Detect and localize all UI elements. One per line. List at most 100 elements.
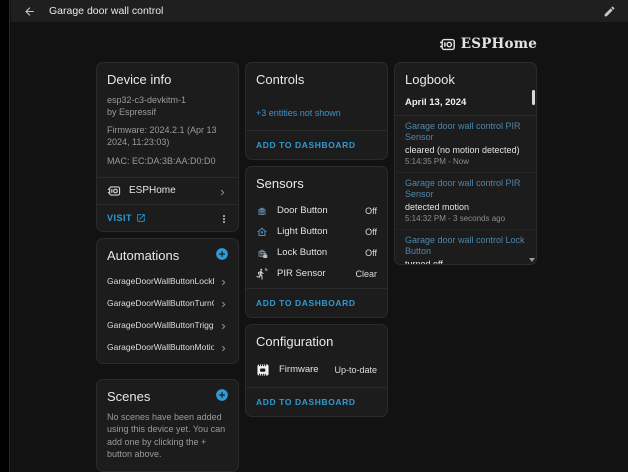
logbook-time: 5:14:35 PM - Now (405, 157, 526, 166)
sensors-list: Door Button Off Light Button Off (246, 198, 387, 288)
sensor-value: Off (365, 248, 377, 258)
right-column: Logbook April 13, 2024 Garage door wall … (394, 62, 537, 265)
sensor-value: Off (365, 206, 377, 216)
left-edge-strip (0, 0, 10, 472)
configuration-label: Firmware (279, 364, 325, 375)
add-scene-button[interactable] (215, 388, 229, 402)
device-info-body: esp32-c3-devkitm-1 by Espressif Firmware… (97, 94, 238, 177)
sensor-value: Clear (355, 269, 377, 279)
logbook-message: detected motion (405, 202, 526, 212)
logbook-entry: Garage door wall control PIR Sensor dete… (395, 173, 536, 230)
chevron-right-icon (218, 319, 229, 330)
back-button[interactable] (23, 5, 36, 18)
open-in-new-icon (136, 213, 146, 223)
visit-button[interactable]: VISIT (107, 213, 146, 223)
sensor-row[interactable]: Door Button Off (246, 200, 387, 221)
automations-title: Automations (97, 239, 215, 270)
automation-name: GarageDoorWallButtonTurnOnLight (107, 298, 214, 308)
scrollbar-down-arrow[interactable] (529, 258, 535, 262)
scenes-title-row: Scenes (97, 380, 238, 411)
scrollbar-thumb[interactable] (532, 90, 535, 105)
configuration-row[interactable]: Firmware Up-to-date (246, 358, 387, 381)
device-manufacturer: by Espressif (97, 106, 238, 118)
page-title: Garage door wall control (49, 5, 590, 17)
automations-card: Automations GarageDoorWallButtonLockRemo… (96, 238, 239, 364)
logbook-card: Logbook April 13, 2024 Garage door wall … (394, 62, 537, 265)
configuration-card: Configuration Firmware Up-to-date ADD TO… (245, 324, 388, 417)
left-column: Device info esp32-c3-devkitm-1 by Espres… (96, 62, 239, 472)
sensor-value: Off (365, 227, 377, 237)
automation-item[interactable]: GarageDoorWallButtonTrigger (97, 314, 238, 336)
esphome-logo-icon (439, 36, 456, 53)
controls-title: Controls (246, 63, 387, 94)
sensor-row[interactable]: Light Button Off (246, 221, 387, 242)
main-content: ESPHome Device info esp32-c3-devkitm-1 b… (96, 34, 537, 472)
motion-sensor-icon (256, 268, 268, 280)
logbook-title: Logbook (395, 63, 536, 94)
chevron-right-icon (217, 185, 228, 196)
esphome-logo: ESPHome (439, 34, 537, 54)
sensors-title: Sensors (246, 167, 387, 198)
logbook-entry: Garage door wall control PIR Sensor clea… (395, 116, 536, 173)
sensor-row[interactable]: Lock Button Off (246, 242, 387, 263)
logbook-entry: Garage door wall control Lock Button tur… (395, 230, 536, 265)
device-info-title: Device info (97, 63, 238, 94)
controls-add-to-dashboard-button[interactable]: ADD TO DASHBOARD (246, 130, 387, 159)
chevron-right-icon (218, 297, 229, 308)
configuration-list: Firmware Up-to-date (246, 356, 387, 387)
visit-label: VISIT (107, 213, 132, 223)
device-model: esp32-c3-devkitm-1 (97, 94, 238, 106)
sensor-label: Light Button (277, 226, 356, 237)
device-mac: MAC: EC:DA:3B:AA:D0:D0 (97, 155, 238, 167)
more-menu-button[interactable] (218, 212, 230, 224)
middle-column: Controls +3 entities not shown ADD TO DA… (245, 62, 388, 417)
logbook-entity-link[interactable]: Garage door wall control PIR Sensor (405, 178, 526, 201)
scenes-title: Scenes (97, 380, 215, 411)
automation-item[interactable]: GarageDoorWallButtonLockRemotes (97, 270, 238, 292)
configuration-add-to-dashboard-button[interactable]: ADD TO DASHBOARD (246, 387, 387, 416)
automation-item[interactable]: GarageDoorWallButtonTurnOnLight (97, 292, 238, 314)
add-automation-button[interactable] (215, 247, 229, 261)
esphome-icon (107, 184, 121, 198)
automation-item[interactable]: GarageDoorWallButtonMotionLightTurnOr (97, 336, 238, 358)
chevron-right-icon (218, 341, 229, 352)
sensor-row[interactable]: PIR Sensor Clear (246, 263, 387, 284)
logbook-date-header: April 13, 2024 (395, 94, 536, 116)
controls-card: Controls +3 entities not shown ADD TO DA… (245, 62, 388, 160)
automations-list: GarageDoorWallButtonLockRemotes GarageDo… (97, 270, 238, 363)
app-header: Garage door wall control (11, 0, 628, 22)
logbook-entity-link[interactable]: Garage door wall control Lock Button (405, 235, 526, 258)
screen: Garage door wall control ESPHome Device … (0, 0, 628, 472)
integration-name: ESPHome (129, 185, 209, 196)
automations-title-row: Automations (97, 239, 238, 270)
automation-name: GarageDoorWallButtonMotionLightTurnOr (107, 342, 214, 352)
card-columns: Device info esp32-c3-devkitm-1 by Espres… (96, 62, 537, 472)
device-firmware: Firmware: 2024.2.1 (Apr 13 2024, 11:23:0… (97, 124, 238, 148)
garage-lock-icon (256, 247, 268, 259)
esphome-logo-text: ESPHome (461, 36, 537, 52)
home-lightbulb-icon (256, 226, 268, 238)
sensors-card: Sensors Door Button Off Light Button (245, 166, 388, 318)
sensor-label: PIR Sensor (277, 268, 346, 279)
entities-not-shown-link[interactable]: +3 entities not shown (246, 98, 387, 130)
device-info-card: Device info esp32-c3-devkitm-1 by Espres… (96, 62, 239, 232)
sensor-label: Door Button (277, 205, 356, 216)
garage-icon (256, 205, 268, 217)
logbook-message: turned off (405, 259, 526, 265)
sensor-label: Lock Button (277, 247, 356, 258)
sensors-add-to-dashboard-button[interactable]: ADD TO DASHBOARD (246, 288, 387, 317)
automation-name: GarageDoorWallButtonLockRemotes (107, 276, 214, 286)
chip-icon (256, 363, 270, 377)
logbook-entries: Garage door wall control PIR Sensor clea… (395, 116, 536, 265)
logbook-time: 5:14:32 PM - 3 seconds ago (405, 214, 526, 223)
logbook-message: cleared (no motion detected) (405, 145, 526, 155)
scenes-empty-text: No scenes have been added using this dev… (97, 411, 238, 471)
configuration-title: Configuration (246, 325, 387, 356)
logo-row: ESPHome (96, 34, 537, 54)
configuration-value: Up-to-date (334, 365, 377, 375)
logbook-entity-link[interactable]: Garage door wall control PIR Sensor (405, 121, 526, 144)
device-actions-row: VISIT (97, 205, 238, 231)
edit-pencil-button[interactable] (603, 5, 616, 18)
chevron-right-icon (218, 275, 229, 286)
integration-row[interactable]: ESPHome (97, 178, 238, 204)
